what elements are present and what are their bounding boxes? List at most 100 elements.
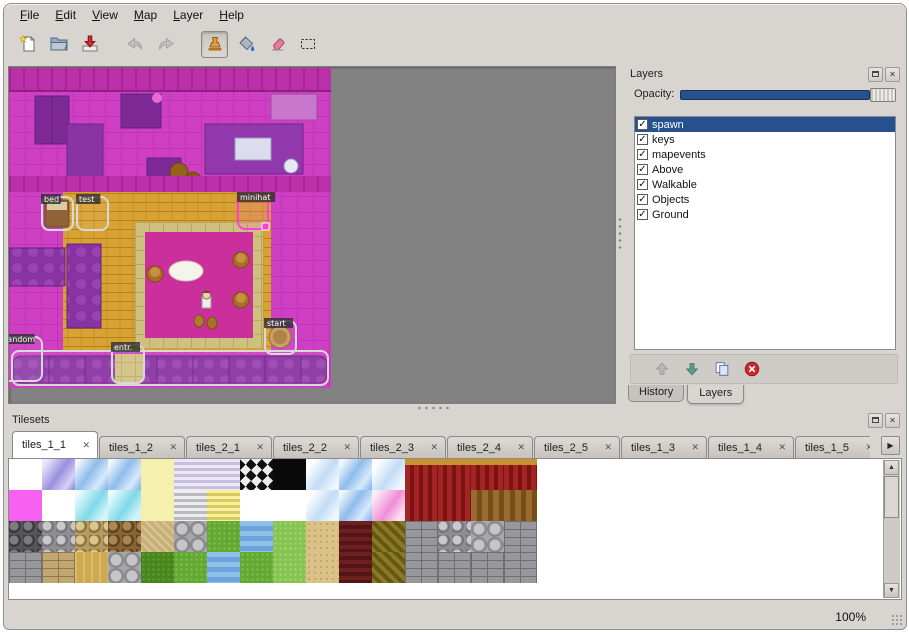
map-canvas[interactable]: bedtestminihatrandomentr.start	[9, 68, 331, 388]
tileset-tile[interactable]	[438, 490, 471, 521]
tileset-tile[interactable]	[504, 521, 537, 552]
tileset-tile[interactable]	[108, 490, 141, 521]
tileset-tile[interactable]	[108, 459, 141, 490]
tileset-tile[interactable]	[174, 521, 207, 552]
tileset-tile[interactable]	[9, 521, 42, 552]
tileset-tile[interactable]	[471, 459, 504, 490]
tab-close-icon[interactable]: ✕	[342, 442, 352, 453]
tileset-tile[interactable]	[108, 552, 141, 583]
tileset-tile[interactable]	[273, 552, 306, 583]
tileset-tab-tiles_1_3[interactable]: tiles_1_3✕	[621, 436, 707, 458]
lower-layer-button[interactable]	[681, 358, 703, 380]
tileset-tab-tiles_1_1[interactable]: tiles_1_1✕	[12, 431, 98, 458]
layer-visibility-checkbox[interactable]: ✓	[637, 179, 648, 190]
tileset-tab-tiles_2_4[interactable]: tiles_2_4✕	[447, 436, 533, 458]
tileset-tile[interactable]	[141, 521, 174, 552]
opacity-slider[interactable]	[680, 87, 896, 101]
redo-button[interactable]	[152, 31, 179, 58]
tileset-tile[interactable]	[207, 552, 240, 583]
tileset-tile[interactable]	[141, 459, 174, 490]
layer-visibility-checkbox[interactable]: ✓	[637, 119, 648, 130]
tileset-tile[interactable]	[207, 490, 240, 521]
tileset-tile[interactable]	[207, 521, 240, 552]
tileset-tile[interactable]	[42, 490, 75, 521]
tileset-tile[interactable]	[174, 459, 207, 490]
tileset-tile[interactable]	[108, 521, 141, 552]
duplicate-layer-button[interactable]	[711, 358, 733, 380]
tileset-tile[interactable]	[75, 521, 108, 552]
tileset-tile[interactable]	[273, 459, 306, 490]
tab-close-icon[interactable]: ✕	[690, 442, 700, 453]
tileset-tile[interactable]	[339, 459, 372, 490]
raise-layer-button[interactable]	[651, 358, 673, 380]
vertical-splitter[interactable]	[616, 66, 624, 404]
layer-visibility-checkbox[interactable]: ✓	[637, 209, 648, 220]
tileset-tab-tiles_1_2[interactable]: tiles_1_2✕	[99, 436, 185, 458]
tileset-tile[interactable]	[240, 552, 273, 583]
tileset-tile[interactable]	[141, 552, 174, 583]
tileset-tile[interactable]	[306, 490, 339, 521]
undo-button[interactable]	[121, 31, 148, 58]
tileset-tile[interactable]	[438, 521, 471, 552]
opacity-slider-handle[interactable]	[870, 88, 896, 102]
tileset-tile[interactable]	[504, 459, 537, 490]
tab-close-icon[interactable]: ✕	[255, 442, 265, 453]
tileset-tile[interactable]	[42, 521, 75, 552]
tileset-tile[interactable]	[42, 459, 75, 490]
layer-visibility-checkbox[interactable]: ✓	[637, 194, 648, 205]
tileset-tile[interactable]	[471, 490, 504, 521]
tileset-tile[interactable]	[306, 552, 339, 583]
float-panel-button[interactable]	[868, 413, 883, 428]
tileset-tile[interactable]	[75, 490, 108, 521]
tileset-tile[interactable]	[174, 490, 207, 521]
tileset-tile[interactable]	[273, 490, 306, 521]
horizontal-splitter[interactable]	[4, 404, 906, 412]
tab-close-icon[interactable]: ✕	[516, 442, 526, 453]
open-button[interactable]	[45, 31, 72, 58]
menu-edit[interactable]: Edit	[47, 6, 84, 24]
layer-visibility-checkbox[interactable]: ✓	[637, 134, 648, 145]
tileset-tile[interactable]	[9, 552, 42, 583]
tileset-tile[interactable]	[207, 459, 240, 490]
tileset-tile[interactable]	[9, 490, 42, 521]
tab-close-icon[interactable]: ✕	[864, 442, 870, 453]
tileset-tile[interactable]	[405, 521, 438, 552]
tileset-tile[interactable]	[405, 459, 438, 490]
tileset-tile[interactable]	[75, 459, 108, 490]
tileset-tile[interactable]	[42, 552, 75, 583]
menu-layer[interactable]: Layer	[165, 6, 211, 24]
tileset-tile[interactable]	[504, 552, 537, 583]
layer-row[interactable]: ✓spawn	[635, 117, 895, 132]
tab-close-icon[interactable]: ✕	[168, 442, 178, 453]
object-resize-handle[interactable]	[262, 223, 269, 230]
tileset-tile[interactable]	[240, 490, 273, 521]
scroll-down-button[interactable]: ▼	[884, 583, 899, 598]
save-button[interactable]	[76, 31, 103, 58]
rect-select-tool-button[interactable]	[294, 31, 321, 58]
close-panel-button[interactable]: ✕	[885, 67, 900, 82]
delete-layer-button[interactable]	[741, 358, 763, 380]
layer-visibility-checkbox[interactable]: ✓	[637, 164, 648, 175]
map-viewport[interactable]: bedtestminihatrandomentr.start	[8, 66, 616, 404]
tileset-tile[interactable]	[339, 490, 372, 521]
tileset-tab-tiles_2_5[interactable]: tiles_2_5✕	[534, 436, 620, 458]
tileset-tile[interactable]	[471, 521, 504, 552]
panel-tab-history[interactable]: History	[628, 385, 684, 402]
layer-row[interactable]: ✓Above	[635, 162, 895, 177]
tileset-tile[interactable]	[339, 552, 372, 583]
tileset-tile[interactable]	[9, 459, 42, 490]
close-panel-button[interactable]: ✕	[885, 413, 900, 428]
tileset-tile[interactable]	[174, 552, 207, 583]
tileset-tile[interactable]	[504, 490, 537, 521]
map-object[interactable]	[12, 351, 328, 385]
tab-scroll-right-button[interactable]: ▶	[881, 436, 900, 455]
tileset-tile[interactable]	[438, 552, 471, 583]
tileset-tile[interactable]	[240, 521, 273, 552]
menu-help[interactable]: Help	[211, 6, 252, 24]
resize-grip[interactable]	[891, 614, 903, 626]
tab-close-icon[interactable]: ✕	[81, 440, 91, 451]
tileset-tile[interactable]	[405, 490, 438, 521]
tab-close-icon[interactable]: ✕	[429, 442, 439, 453]
tileset-tab-tiles_1_5[interactable]: tiles_1_5✕	[795, 436, 870, 458]
layer-row[interactable]: ✓Walkable	[635, 177, 895, 192]
